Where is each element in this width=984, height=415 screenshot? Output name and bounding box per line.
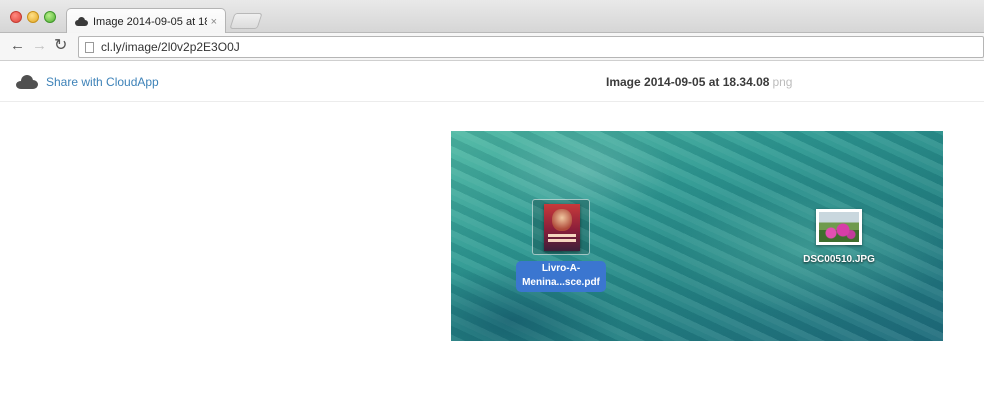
desktop-file-pdf[interactable]: Livro-A- Menina...sce.pdf <box>511 199 611 292</box>
file-label-selected: Livro-A- Menina...sce.pdf <box>516 261 606 292</box>
share-with-cloudapp-link[interactable]: Share with CloudApp <box>46 75 159 89</box>
browser-toolbar: ← → ↻ cl.ly/image/2l0v2p2E3O0J <box>0 33 984 61</box>
file-extension: png <box>772 75 793 89</box>
browser-window: Image 2014-09-05 at 18. × ← → ↻ cl.ly/im… <box>0 0 984 415</box>
browser-tab[interactable]: Image 2014-09-05 at 18. × <box>66 8 226 34</box>
file-name: Image 2014-09-05 at 18.34.08 <box>606 75 770 89</box>
cloud-icon <box>75 17 88 26</box>
reload-icon[interactable]: ↻ <box>54 37 67 55</box>
desktop-file-jpg[interactable]: DSC00510.JPG <box>799 209 879 265</box>
pdf-document-icon <box>532 199 590 255</box>
tab-close-icon[interactable]: × <box>211 16 217 28</box>
cloud-icon <box>16 75 38 89</box>
page-icon <box>85 41 94 53</box>
book-cover-thumbnail <box>544 204 580 251</box>
forward-icon[interactable]: → <box>32 37 47 55</box>
new-tab-button[interactable] <box>229 13 263 29</box>
close-window-button[interactable] <box>10 11 22 23</box>
jpg-image-icon <box>816 209 862 245</box>
tab-title: Image 2014-09-05 at 18. <box>93 15 207 28</box>
minimize-window-button[interactable] <box>27 11 39 23</box>
tab-strip: Image 2014-09-05 at 18. × <box>0 0 984 34</box>
url-text[interactable]: cl.ly/image/2l0v2p2E3O0J <box>101 40 240 54</box>
address-bar[interactable]: cl.ly/image/2l0v2p2E3O0J <box>78 36 984 58</box>
cloudapp-header: Share with CloudApp Image 2014-09-05 at … <box>0 62 984 102</box>
photo-thumbnail <box>819 212 859 242</box>
zoom-window-button[interactable] <box>44 11 56 23</box>
image-preview: Livro-A- Menina...sce.pdf DSC00510.JPG <box>451 131 943 341</box>
file-title: Image 2014-09-05 at 18.34.08 png <box>606 75 792 89</box>
file-label: DSC00510.JPG <box>803 254 875 265</box>
back-icon[interactable]: ← <box>10 37 25 55</box>
